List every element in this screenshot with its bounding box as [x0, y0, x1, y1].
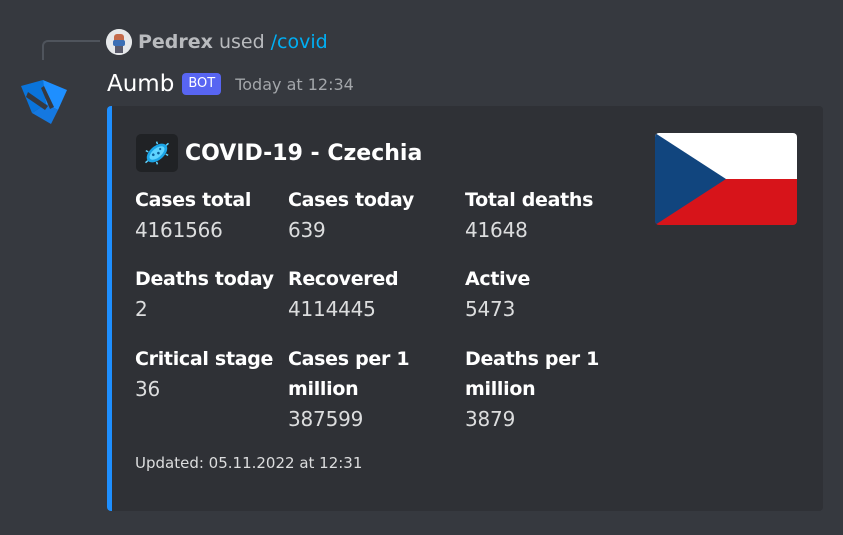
author-name[interactable]: Aumb — [107, 71, 174, 97]
embed-title: COVID-19 - Czechia — [185, 140, 423, 166]
field-name: Cases today — [288, 189, 414, 211]
field-value: 41648 — [465, 218, 528, 242]
embed-title-row: COVID-19 - Czechia — [136, 134, 422, 172]
message-timestamp[interactable]: Today at 12:34 — [235, 75, 354, 94]
field-name: Total deaths — [465, 189, 594, 211]
embed-thumbnail[interactable] — [655, 133, 797, 225]
czech-flag-icon — [655, 133, 797, 225]
field-value: 36 — [135, 377, 161, 401]
covid-embed: COVID-19 - Czechia Cases total 4161566 C… — [107, 106, 823, 511]
bot-logo-icon — [21, 80, 67, 124]
field-value: 2 — [135, 297, 148, 321]
field-name: Active — [465, 268, 531, 290]
field-critical-stage: Critical stage 36 — [135, 344, 285, 404]
reply-connector — [42, 40, 100, 60]
field-name: Deaths today — [135, 268, 274, 290]
replied-user-avatar[interactable] — [106, 29, 132, 55]
reply-used-text: used — [218, 31, 265, 53]
field-name: Deaths per 1 million — [465, 348, 600, 400]
embed-footer: Updated: 05.11.2022 at 12:31 — [135, 454, 363, 472]
slash-command-link[interactable]: /covid — [271, 31, 328, 53]
field-value: 3879 — [465, 407, 516, 431]
field-deaths-today: Deaths today 2 — [135, 264, 285, 324]
field-active: Active 5473 — [465, 264, 640, 324]
message-header: Aumb BOT Today at 12:34 — [107, 66, 354, 102]
bot-badge: BOT — [182, 73, 222, 95]
field-name: Recovered — [288, 268, 399, 290]
field-deaths-per-million: Deaths per 1 million 3879 — [465, 344, 640, 434]
field-name: Cases per 1 million — [288, 348, 410, 400]
field-total-deaths: Total deaths 41648 — [465, 185, 640, 245]
field-value: 5473 — [465, 297, 516, 321]
field-recovered: Recovered 4114445 — [288, 264, 458, 324]
user-avatar-icon — [106, 29, 132, 55]
field-value: 639 — [288, 218, 326, 242]
field-value: 4161566 — [135, 218, 223, 242]
field-value: 4114445 — [288, 297, 376, 321]
field-value: 387599 — [288, 407, 364, 431]
field-cases-per-million: Cases per 1 million 387599 — [288, 344, 458, 434]
field-name: Cases total — [135, 189, 252, 211]
virus-icon — [136, 134, 178, 172]
field-cases-today: Cases today 639 — [288, 185, 458, 245]
bot-avatar[interactable] — [18, 76, 70, 128]
field-cases-total: Cases total 4161566 — [135, 185, 285, 245]
replied-username[interactable]: Pedrex — [138, 31, 213, 53]
field-name: Critical stage — [135, 348, 274, 370]
reply-reference[interactable]: Pedrex used /covid — [106, 26, 328, 58]
